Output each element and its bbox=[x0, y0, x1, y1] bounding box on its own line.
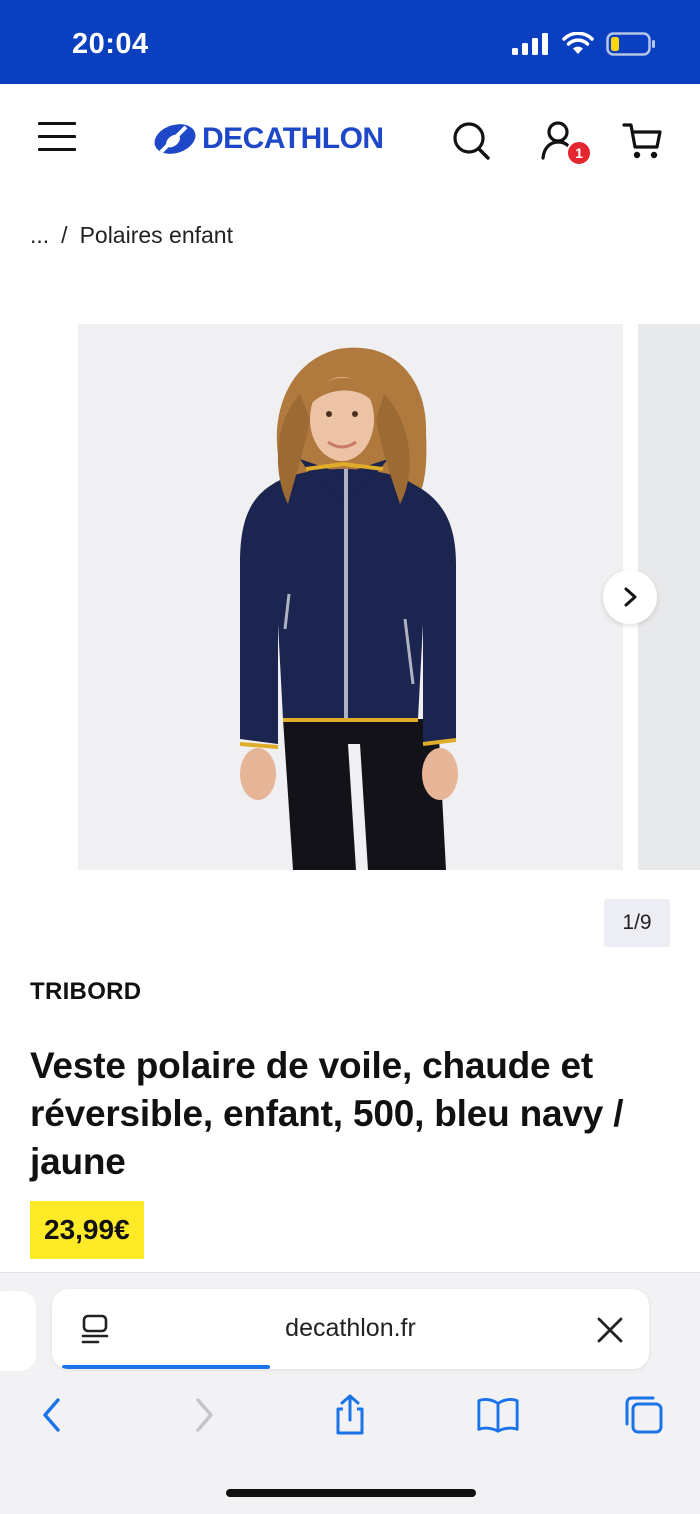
image-counter: 1/9 bbox=[604, 899, 670, 947]
logo-text: DECATHLON bbox=[202, 122, 384, 155]
menu-line bbox=[38, 148, 76, 151]
menu-line bbox=[38, 122, 76, 125]
share-icon bbox=[336, 1394, 364, 1435]
share-button[interactable] bbox=[328, 1393, 372, 1437]
product-title: Veste polaire de voile, chaude et révers… bbox=[30, 1045, 624, 1182]
tabs-icon bbox=[625, 1396, 663, 1434]
book-icon bbox=[477, 1398, 519, 1433]
close-icon[interactable] bbox=[595, 1315, 625, 1345]
home-indicator[interactable] bbox=[226, 1489, 476, 1497]
menu-line bbox=[38, 135, 76, 138]
bookmarks-button[interactable] bbox=[476, 1393, 520, 1437]
cart-icon bbox=[622, 123, 662, 159]
account-button[interactable]: 1 bbox=[540, 120, 592, 166]
breadcrumb: ... / Polaires enfant bbox=[30, 222, 233, 249]
browser-bottom-bar: decathlon.fr bbox=[0, 1272, 700, 1514]
address-bar[interactable]: decathlon.fr bbox=[52, 1289, 649, 1369]
page-load-progress bbox=[62, 1365, 270, 1369]
breadcrumb-ellipsis[interactable]: ... bbox=[30, 222, 49, 249]
chevron-right-icon bbox=[624, 587, 637, 607]
cart-button[interactable] bbox=[622, 120, 662, 162]
next-image-button[interactable] bbox=[603, 570, 657, 624]
battery-icon bbox=[606, 32, 655, 56]
breadcrumb-separator: / bbox=[61, 222, 68, 248]
search-button[interactable] bbox=[452, 120, 492, 162]
forward-button[interactable] bbox=[182, 1393, 226, 1437]
url-text[interactable]: decathlon.fr bbox=[52, 1314, 649, 1343]
previous-tab-preview[interactable] bbox=[0, 1291, 36, 1371]
search-icon bbox=[453, 122, 490, 160]
menu-button[interactable] bbox=[38, 122, 76, 156]
back-arrow-icon bbox=[43, 1398, 60, 1432]
cellular-signal-icon bbox=[512, 33, 548, 55]
breadcrumb-current[interactable]: Polaires enfant bbox=[80, 222, 233, 249]
decathlon-swoosh-icon bbox=[154, 124, 196, 154]
product-gallery[interactable] bbox=[0, 324, 700, 870]
back-button[interactable] bbox=[30, 1393, 74, 1437]
decathlon-logo[interactable]: DECATHLON bbox=[152, 122, 384, 156]
status-bar: 20:04 bbox=[0, 0, 700, 84]
wifi-icon bbox=[562, 32, 594, 54]
product-brand[interactable]: TRIBORD bbox=[30, 978, 141, 1006]
product-price: 23,99€ bbox=[30, 1201, 144, 1259]
tabs-button[interactable] bbox=[622, 1393, 666, 1437]
product-image[interactable] bbox=[78, 324, 623, 870]
status-icons bbox=[512, 32, 656, 56]
browser-toolbar bbox=[0, 1393, 700, 1443]
status-time: 20:04 bbox=[72, 28, 149, 60]
forward-arrow-icon bbox=[196, 1398, 213, 1432]
product-photo bbox=[239, 347, 458, 870]
account-badge: 1 bbox=[566, 140, 592, 166]
site-header: DECATHLON 1 bbox=[0, 84, 700, 194]
